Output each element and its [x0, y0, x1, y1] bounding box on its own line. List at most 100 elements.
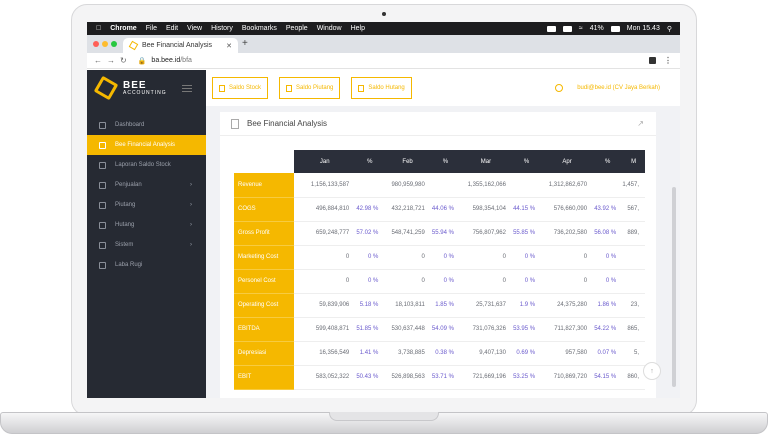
brand-text: BEE ACCOUNTING: [123, 79, 167, 96]
column-header[interactable]: Feb: [384, 150, 431, 173]
value-cell: 889,: [622, 221, 645, 246]
apple-icon[interactable]: : [96, 25, 101, 32]
bee-logo-icon: [93, 75, 119, 101]
sidebar-item-bee-financial-analysis[interactable]: Bee Financial Analysis: [87, 135, 211, 155]
display-icon[interactable]: [562, 25, 572, 32]
maximize-window-button[interactable]: [111, 41, 117, 47]
saldo-hutang-button[interactable]: Saldo Hutang: [351, 77, 412, 99]
clock[interactable]: Mon 15.43: [627, 25, 660, 32]
column-header[interactable]: Apr: [541, 150, 594, 173]
close-window-button[interactable]: [93, 41, 99, 47]
window-controls: [93, 41, 117, 47]
column-header[interactable]: %: [593, 150, 623, 173]
more-icon[interactable]: ⋮: [664, 56, 672, 65]
value-cell: 659,248,777: [294, 221, 356, 246]
sidebar-item-penjualan[interactable]: Penjualan ›: [87, 175, 206, 195]
value-cell: 0: [294, 269, 356, 294]
value-cell: 0: [541, 245, 594, 270]
browser-tab[interactable]: Bee Financial Analysis ✕: [123, 38, 238, 53]
row-label: Personel Cost: [234, 269, 295, 294]
analysis-card: Bee Financial Analysis ↗ Jan% Feb% Mar% Apr…: [220, 112, 656, 398]
percent-cell: 44.06 %: [430, 197, 460, 222]
scrollbar[interactable]: [672, 187, 676, 387]
percent-cell: 0 %: [355, 269, 385, 294]
column-header[interactable]: %: [511, 150, 542, 173]
card-icon: [99, 221, 106, 229]
column-header[interactable]: %: [355, 150, 385, 173]
percent-cell: 53.95 %: [511, 317, 542, 342]
battery-icon[interactable]: [610, 25, 620, 32]
profile-icon[interactable]: [649, 57, 656, 64]
sidebar-item-label: Sistem: [115, 242, 134, 248]
menu-file[interactable]: File: [146, 25, 157, 32]
row-label: Marketing Cost: [234, 245, 295, 270]
menu-edit[interactable]: Edit: [166, 25, 178, 32]
sidebar-item-sistem[interactable]: Sistem ›: [87, 235, 206, 255]
column-header[interactable]: Jan: [294, 150, 356, 173]
row-label: Operating Cost: [234, 293, 295, 318]
percent-cell: 42.98 %: [355, 197, 385, 222]
doc-icon: [99, 201, 106, 209]
battery-percent: 41%: [589, 25, 604, 32]
percent-cell: 54.09 %: [430, 317, 460, 342]
chevron-right-icon: ›: [190, 182, 192, 188]
chevron-right-icon: ›: [190, 222, 192, 228]
value-cell: 721,669,196: [459, 365, 512, 390]
percent-cell: 55.94 %: [430, 221, 460, 246]
url-field[interactable]: ba.bee.id/bfa: [151, 57, 192, 64]
table-row: Gross Profit 659,248,777 57.02 % 548,741,25…: [234, 221, 645, 246]
value-cell: 3,738,885: [384, 341, 431, 366]
screen:  Chrome File Edit View History Bookmark…: [87, 22, 680, 398]
column-header[interactable]: M: [622, 150, 645, 173]
value-cell: 711,827,300: [541, 317, 594, 342]
saldo-stock-button[interactable]: Saldo Stock: [212, 77, 269, 99]
sidebar-menu: Dashboard Bee Financial Analysis Laporan S…: [87, 115, 211, 275]
percent-cell: 56.08 %: [593, 221, 623, 246]
expand-icon[interactable]: ↗: [637, 119, 644, 128]
nav-buttons[interactable]: ←→↻: [94, 56, 132, 65]
column-header[interactable]: %: [430, 150, 460, 173]
close-tab-icon[interactable]: ✕: [226, 42, 232, 50]
value-cell: [622, 245, 645, 270]
percent-cell: 0 %: [430, 245, 460, 270]
menu-people[interactable]: People: [286, 25, 308, 32]
scroll-top-button[interactable]: ↑: [643, 362, 661, 380]
column-header[interactable]: Mar: [459, 150, 512, 173]
percent-cell: 1.86 %: [593, 293, 623, 318]
value-cell: 583,052,322: [294, 365, 356, 390]
cart-icon: [99, 181, 106, 189]
tab-title: Bee Financial Analysis: [142, 42, 213, 49]
wifi-icon[interactable]: ≈: [579, 25, 583, 32]
url-path: /bfa: [180, 57, 192, 64]
minimize-window-button[interactable]: [102, 41, 108, 47]
sidebar-item-laporan-saldo-stock[interactable]: Laporan Saldo Stock: [87, 155, 206, 175]
card-header: Bee Financial Analysis ↗: [220, 112, 656, 136]
status-icon[interactable]: [546, 25, 556, 32]
search-icon[interactable]: [555, 84, 564, 92]
sidebar-item-laba-rugi[interactable]: Laba Rugi: [87, 255, 206, 275]
user-account[interactable]: budi@bee.id (CV Jaya Berkah): [577, 85, 660, 91]
value-cell: 599,408,871: [294, 317, 356, 342]
app-name[interactable]: Chrome: [110, 25, 136, 32]
sidebar: BEE ACCOUNTING Dashboard Bee Financial An…: [87, 70, 211, 398]
lock-icon[interactable]: 🔒: [138, 57, 147, 65]
menu-help[interactable]: Help: [351, 25, 365, 32]
hamburger-icon[interactable]: [182, 84, 192, 92]
brand-name: BEE: [123, 79, 147, 91]
monitor-icon: [99, 121, 106, 129]
menu-history[interactable]: History: [211, 25, 233, 32]
sidebar-item-dashboard[interactable]: Dashboard: [87, 115, 206, 135]
menu-bookmarks[interactable]: Bookmarks: [242, 25, 277, 32]
saldo-piutang-button[interactable]: Saldo Piutang: [279, 77, 341, 99]
sidebar-item-label: Hutang: [115, 222, 135, 228]
new-tab-button[interactable]: +: [242, 38, 248, 49]
saldo-stock-label: Saldo Stock: [229, 85, 262, 91]
url-host: ba.bee.id: [151, 57, 181, 64]
menu-view[interactable]: View: [187, 25, 202, 32]
percent-cell: 44.15 %: [511, 197, 542, 222]
value-cell: 980,959,980: [384, 173, 431, 198]
sidebar-item-hutang[interactable]: Hutang ›: [87, 215, 206, 235]
menu-window[interactable]: Window: [317, 25, 342, 32]
sidebar-item-piutang[interactable]: Piutang ›: [87, 195, 206, 215]
search-icon[interactable]: ⚲: [667, 25, 672, 33]
